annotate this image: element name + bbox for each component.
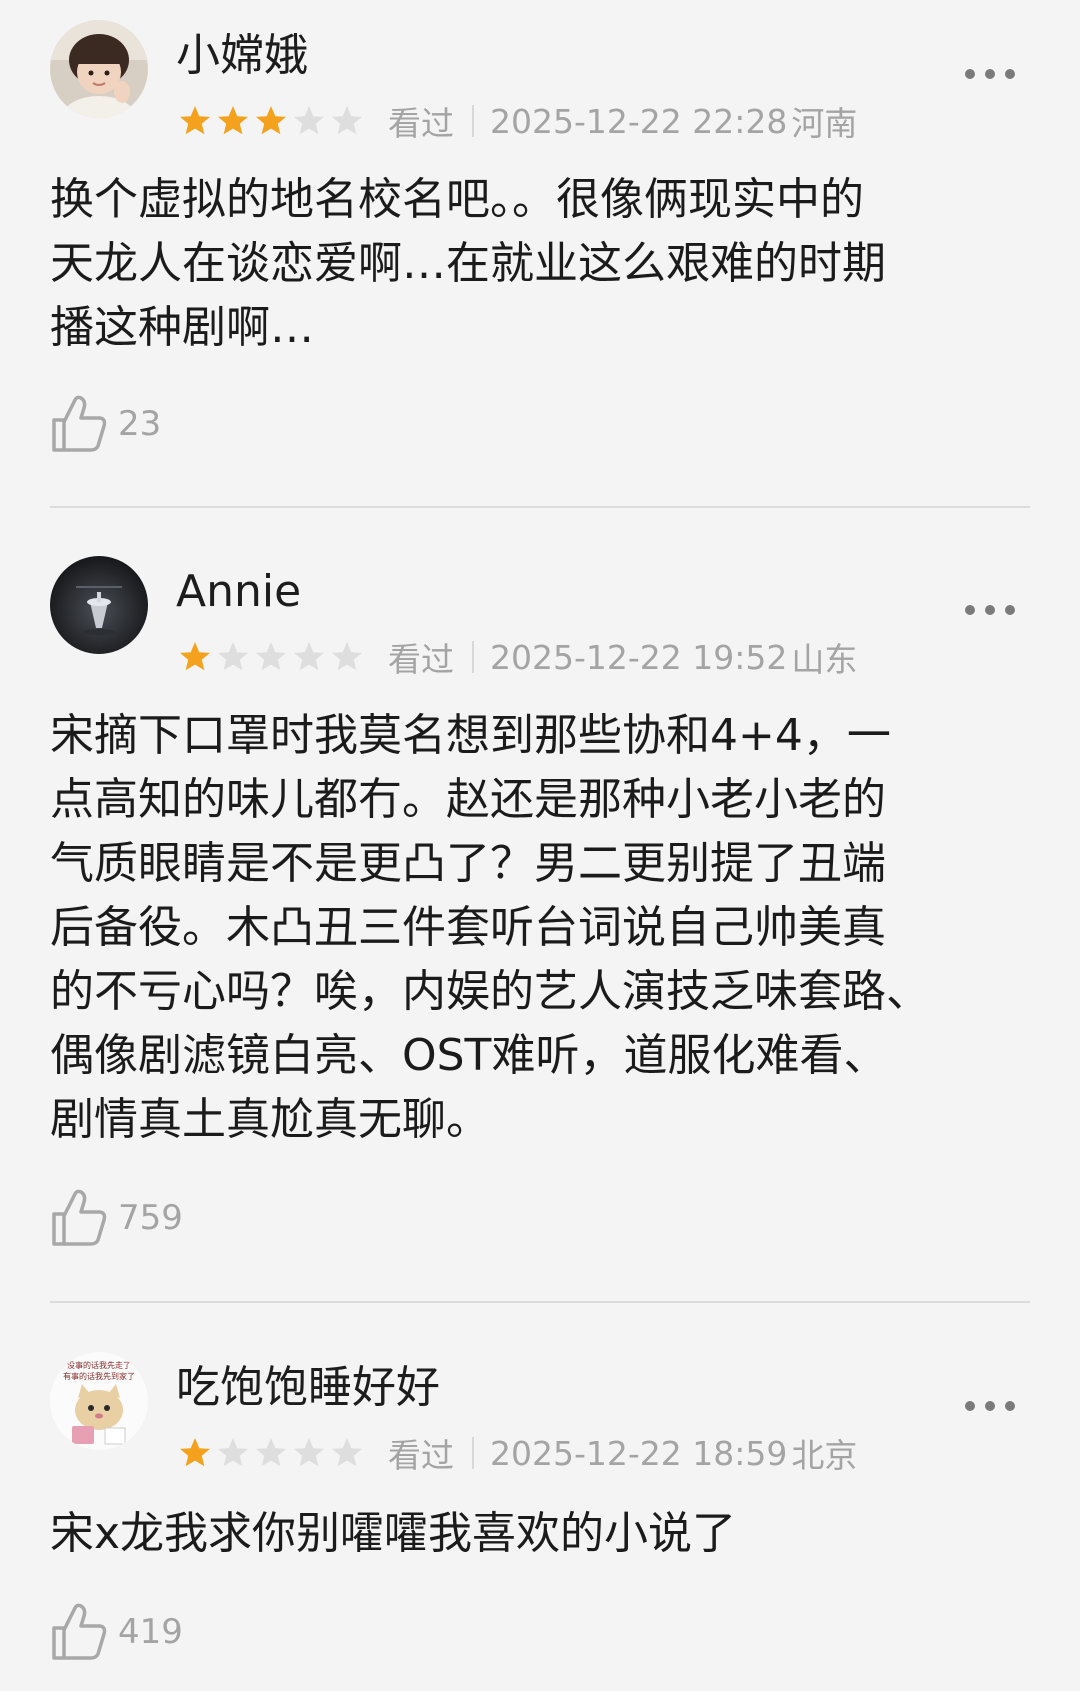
comment-line: 气质眼睛是不是更凸了？男二更别提了丑端 [50,838,886,889]
rating-stars [178,104,368,138]
comment-location: 山东 [791,640,858,679]
star-empty-icon [256,642,286,671]
rating-stars [178,1436,368,1470]
meta-divider [472,641,474,673]
star-empty-icon [332,1438,362,1467]
thumbs-up-icon [52,395,107,452]
meta-divider [472,105,474,137]
star-empty-icon [218,642,248,671]
comment-text: 换个虚拟的地名校名吧。。很像俩现实中的 天龙人在谈恋爱啊…在就业这么艰难的时期 … [50,168,1040,360]
avatar-caption: 有事的话我先到家了 [63,1371,135,1381]
like-button[interactable]: 759 [50,1188,183,1248]
star-filled-icon [180,1438,210,1467]
comment-line: 点高知的味儿都冇。赵还是那种小老小老的 [50,774,886,825]
avatar-caption: 没事的话我先走了 [67,1360,131,1370]
avatar[interactable] [50,556,148,654]
comment-meta: 看过 2025-12-22 22:28 河南 [178,98,857,144]
username[interactable]: 吃饱饱睡好好 [176,1360,440,1416]
more-options-icon[interactable] [962,1396,1018,1416]
star-empty-icon [332,642,362,671]
like-count: 419 [118,1612,183,1652]
avatar[interactable]: 没事的话我先走了 有事的话我先到家了 [50,1352,148,1450]
like-count: 759 [118,1198,183,1238]
comment-datetime: 2025-12-22 18:59 [490,1433,788,1473]
comment-datetime: 2025-12-22 19:52 [490,637,788,677]
avatar[interactable] [50,20,148,118]
watch-status: 看过 [388,640,454,679]
like-button[interactable]: 419 [50,1602,183,1662]
comment-line: 换个虚拟的地名校名吧。。很像俩现实中的 [50,174,864,225]
star-filled-icon [218,106,248,135]
cat-meme-avatar: 没事的话我先走了 有事的话我先到家了 [50,1352,148,1450]
watch-status: 看过 [388,104,454,143]
star-empty-icon [294,106,324,135]
more-options-icon[interactable] [962,600,1018,620]
comment-location: 北京 [791,1436,858,1475]
comment-divider [50,1301,1030,1303]
spinning-top-avatar [50,556,148,654]
comment-line: 后备役。木凸丑三件套听台词说自己帅美真 [50,902,886,953]
comment-text: 宋x龙我求你别嚯嚯我喜欢的小说了 [50,1502,1040,1566]
star-empty-icon [294,1438,324,1467]
star-empty-icon [218,1438,248,1467]
comment-line: 宋摘下口罩时我莫名想到那些协和4+4，一 [50,710,891,761]
username[interactable]: 小嫦娥 [176,28,308,84]
comment-divider [50,506,1030,508]
star-empty-icon [332,106,362,135]
comment-line: 偶像剧滤镜白亮、OST难听，道服化难看、 [50,1030,888,1081]
comment-line: 剧情真土真尬真无聊。 [50,1094,490,1145]
star-filled-icon [180,642,210,671]
star-filled-icon [256,106,286,135]
star-filled-icon [180,106,210,135]
like-count: 23 [118,404,162,444]
comment-location: 河南 [791,104,858,143]
comment-meta: 看过 2025-12-22 19:52 山东 [178,634,857,680]
rating-stars [178,640,368,674]
like-button[interactable]: 23 [50,394,161,454]
more-options-icon[interactable] [962,64,1018,84]
comment-line: 播这种剧啊… [50,302,314,353]
star-empty-icon [294,642,324,671]
comment-datetime: 2025-12-22 22:28 [490,101,788,141]
comment-line: 宋x龙我求你别嚯嚯我喜欢的小说了 [50,1508,737,1559]
comment-text: 宋摘下口罩时我莫名想到那些协和4+4，一 点高知的味儿都冇。赵还是那种小老小老的… [50,704,1040,1152]
thumbs-up-icon [52,1603,107,1660]
star-empty-icon [256,1438,286,1467]
comment-line: 的不亏心吗？唉，内娱的艺人演技乏味套路、 [50,966,930,1017]
meta-divider [472,1437,474,1469]
watch-status: 看过 [388,1436,454,1475]
thumbs-up-icon [52,1189,107,1246]
username[interactable]: Annie [176,564,301,620]
comment-meta: 看过 2025-12-22 18:59 北京 [178,1430,857,1476]
comment-line: 天龙人在谈恋爱啊…在就业这么艰难的时期 [50,238,886,289]
child-photo-avatar [50,20,148,118]
